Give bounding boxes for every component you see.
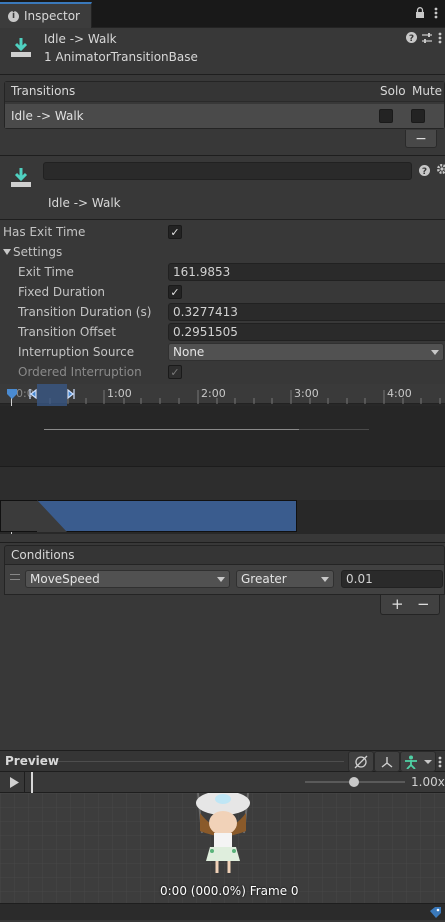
character-model — [196, 793, 250, 873]
transition-help-icon[interactable]: ? — [419, 165, 430, 179]
conditions-footer: + − — [380, 595, 440, 615]
condition-threshold-field[interactable]: 0.01 — [341, 570, 443, 588]
control-divider — [24, 772, 25, 793]
solo-checkbox[interactable] — [379, 109, 393, 123]
condition-parameter-dropdown[interactable]: MoveSpeed — [25, 570, 230, 588]
transition-start-marker-icon[interactable] — [28, 388, 38, 403]
exit-time-label: Exit Time — [18, 265, 74, 279]
divider — [0, 155, 445, 156]
status-bar — [0, 903, 445, 920]
fixed-duration-checkbox[interactable]: ✓ — [168, 285, 182, 299]
preview-viewport[interactable]: 0:00 (000.0%) Frame 0 — [0, 793, 445, 903]
transitions-list: Transitions Solo Mute Idle -> Walk — [4, 81, 445, 129]
svg-text:?: ? — [422, 167, 427, 176]
speed-slider-handle[interactable] — [349, 777, 359, 787]
info-icon: i — [8, 10, 19, 22]
source-clip-track — [0, 406, 445, 466]
chevron-down-icon — [321, 577, 329, 582]
transition-icon — [10, 36, 32, 58]
settings-foldout[interactable]: Settings — [13, 245, 62, 259]
preview-more-icon[interactable] — [438, 756, 442, 771]
tab-inspector[interactable]: i Inspector — [0, 2, 92, 28]
preview-time-cursor[interactable] — [31, 772, 33, 793]
presets-icon[interactable] — [421, 32, 433, 47]
header-more-icon[interactable] — [438, 32, 442, 47]
exit-time-field[interactable]: 161.9853 — [168, 263, 445, 281]
lock-icon[interactable] — [415, 7, 425, 19]
destination-clip-blend — [37, 500, 297, 532]
ordered-interruption-checkbox: ✓ — [168, 365, 182, 379]
transition-row-label: Idle -> Walk — [11, 109, 84, 123]
condition-mode-value: Greater — [241, 572, 287, 586]
transition-settings-icon[interactable] — [436, 163, 445, 178]
transition-offset-label: Transition Offset — [18, 325, 116, 339]
divider — [0, 542, 445, 543]
playhead-marker-icon[interactable] — [6, 388, 18, 403]
tab-label: Inspector — [24, 9, 80, 23]
transition-state-icon — [10, 166, 32, 188]
pivot-toggle-icon[interactable] — [348, 751, 374, 772]
transition-duration-field[interactable]: 0.3277413 — [168, 303, 445, 321]
add-condition-button[interactable]: + — [391, 595, 404, 613]
transition-label: Idle -> Walk — [48, 196, 121, 210]
remove-transition-button[interactable]: − — [405, 130, 437, 148]
fixed-duration-label: Fixed Duration — [18, 285, 106, 299]
transition-name-input[interactable] — [43, 162, 412, 180]
solo-column-label: Solo — [380, 84, 406, 98]
interruption-source-value: None — [173, 345, 205, 359]
conditions-header: Conditions — [4, 545, 445, 565]
ik-toggle-icon[interactable] — [374, 751, 400, 772]
more-options-icon[interactable] — [434, 7, 438, 19]
transitions-list-header: Transitions Solo Mute — [5, 82, 444, 102]
preview-drag-bar[interactable] — [58, 761, 344, 762]
svg-text:?: ? — [409, 34, 414, 43]
preview-controls: 1.00x — [0, 772, 445, 793]
mute-column-label: Mute — [412, 84, 443, 98]
interruption-source-label: Interruption Source — [18, 345, 135, 359]
mute-checkbox[interactable] — [411, 109, 425, 123]
conditions-title: Conditions — [11, 548, 75, 562]
source-clip-curve-tail — [299, 429, 369, 430]
speed-value: 1.00x — [411, 775, 445, 789]
transition-offset-field[interactable]: 0.2951505 — [168, 323, 445, 341]
condition-mode-dropdown[interactable]: Greater — [236, 570, 334, 588]
preview-title: Preview — [5, 754, 60, 768]
transition-timeline[interactable]: 1:00 2:00 3:00 4:00 0:0 — [0, 384, 445, 534]
header-title: Idle -> Walk — [44, 32, 117, 46]
transition-row[interactable]: Idle -> Walk — [5, 104, 444, 128]
play-icon[interactable] — [9, 777, 19, 791]
blend-wedge — [37, 500, 67, 532]
separator-track — [0, 467, 445, 500]
transition-duration-label: Transition Duration (s) — [18, 305, 152, 319]
ordered-interruption-label: Ordered Interruption — [18, 365, 142, 379]
drag-handle-icon[interactable] — [10, 574, 20, 580]
chevron-down-icon — [431, 350, 439, 355]
tab-bar: i Inspector — [0, 0, 445, 28]
remove-condition-button[interactable]: − — [417, 595, 430, 613]
transition-end-marker-icon[interactable] — [66, 388, 76, 403]
help-icon[interactable]: ? — [406, 32, 417, 46]
condition-parameter-value: MoveSpeed — [30, 572, 100, 586]
chevron-down-icon — [217, 577, 225, 582]
preview-header: Preview — [0, 750, 445, 772]
source-clip-curve — [44, 429, 299, 430]
has-exit-time-checkbox[interactable]: ✓ — [168, 225, 182, 239]
settings-foldout-arrow-icon[interactable] — [3, 249, 11, 255]
interruption-source-dropdown[interactable]: None — [168, 343, 444, 361]
header-subtitle: 1 AnimatorTransitionBase — [44, 50, 198, 64]
divider — [0, 219, 445, 220]
conditions-list: MoveSpeed Greater 0.01 — [4, 565, 445, 595]
avatar-preview-icon[interactable] — [400, 751, 436, 772]
divider — [0, 74, 445, 75]
has-exit-time-label: Has Exit Time — [3, 225, 86, 239]
frame-info: 0:00 (000.0%) Frame 0 — [160, 884, 299, 898]
transitions-list-title: Transitions — [11, 84, 76, 98]
